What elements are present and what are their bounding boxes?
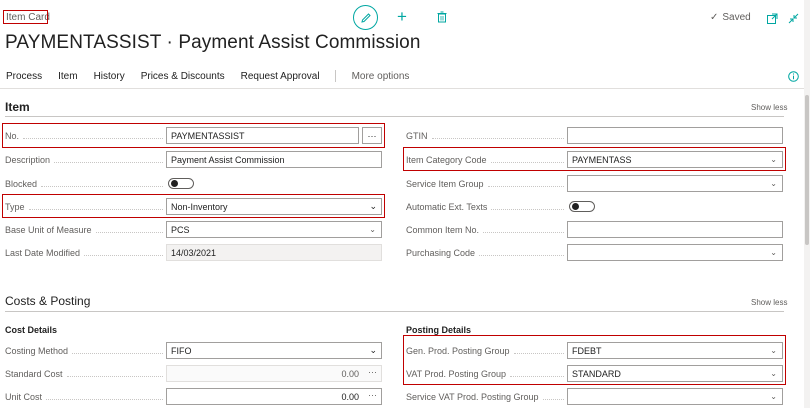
- info-icon: [788, 71, 799, 82]
- chevron-down-icon: ⌄: [770, 369, 777, 378]
- service-item-group-select[interactable]: ⌄: [567, 175, 783, 192]
- field-label-last-date-modified: Last Date Modified: [5, 248, 163, 258]
- ellipsis-icon: ···: [367, 130, 377, 141]
- field-label-service-item-group: Service Item Group: [406, 179, 564, 189]
- blocked-toggle[interactable]: [168, 178, 194, 189]
- field-label-description: Description: [5, 155, 163, 165]
- service-vat-prod-posting-group-select[interactable]: ⌄: [567, 388, 783, 405]
- costing-method-select[interactable]: FIFO ⌄: [166, 342, 382, 359]
- common-item-no-input[interactable]: [567, 221, 783, 238]
- last-date-modified-value: 14/03/2021: [166, 244, 382, 261]
- field-label-blocked: Blocked: [5, 179, 163, 189]
- no-input[interactable]: PAYMENTASSIST: [166, 127, 359, 144]
- section-title-costs-posting: Costs & Posting: [5, 294, 91, 308]
- field-label-gtin: GTIN: [406, 131, 564, 141]
- standard-cost-input: 0.00 ···: [166, 365, 382, 382]
- pencil-icon: [360, 12, 371, 23]
- show-less-costs[interactable]: Show less: [751, 298, 787, 307]
- action-history[interactable]: History: [94, 71, 125, 82]
- ellipsis-icon[interactable]: ···: [368, 390, 377, 400]
- chevron-down-icon: ⌄: [770, 248, 777, 257]
- delete-button[interactable]: [437, 10, 447, 28]
- subtitle-posting-details: Posting Details: [406, 325, 472, 335]
- gtin-input[interactable]: [567, 127, 783, 144]
- field-label-purchasing-code: Purchasing Code: [406, 248, 564, 258]
- action-bar: Process Item History Prices & Discounts …: [6, 70, 409, 82]
- action-bar-divider: [334, 70, 336, 82]
- collapse-icon: [788, 13, 799, 24]
- unit-cost-input[interactable]: 0.00 ···: [166, 388, 382, 405]
- field-label-costing-method: Costing Method: [5, 346, 163, 356]
- type-select[interactable]: Non-Inventory ⌄: [166, 198, 382, 215]
- field-label-item-category-code: Item Category Code: [406, 155, 564, 165]
- action-item[interactable]: Item: [58, 71, 77, 82]
- base-uom-select[interactable]: PCS ⌄: [166, 221, 382, 238]
- gen-prod-posting-group-select[interactable]: FDEBT ⌄: [567, 342, 783, 359]
- saved-label: Saved: [722, 12, 751, 23]
- scrollbar-thumb[interactable]: [805, 95, 809, 245]
- chevron-down-icon: ⌄: [369, 225, 376, 234]
- ellipsis-icon[interactable]: ···: [368, 367, 377, 377]
- collapse-button[interactable]: [788, 11, 799, 29]
- page-title: PAYMENTASSIST · Payment Assist Commissio…: [5, 32, 421, 53]
- page-caption: Item Card: [6, 12, 50, 23]
- subtitle-cost-details: Cost Details: [5, 325, 58, 335]
- chevron-down-icon: ⌄: [369, 345, 377, 355]
- open-new-window-button[interactable]: [767, 11, 778, 29]
- field-label-type: Type: [5, 202, 163, 212]
- field-label-gen-prod-posting-group: Gen. Prod. Posting Group: [406, 346, 564, 356]
- action-process[interactable]: Process: [6, 71, 42, 82]
- description-input[interactable]: Payment Assist Commission: [166, 151, 382, 168]
- show-less-item[interactable]: Show less: [751, 103, 787, 112]
- automatic-ext-texts-toggle[interactable]: [569, 201, 595, 212]
- saved-status: ✓ Saved: [710, 12, 751, 23]
- chevron-down-icon: ⌄: [770, 392, 777, 401]
- info-button[interactable]: [788, 69, 799, 87]
- chevron-down-icon: ⌄: [770, 179, 777, 188]
- plus-icon: +: [397, 7, 407, 26]
- check-icon: ✓: [710, 12, 719, 23]
- item-category-code-select[interactable]: PAYMENTASS ⌄: [567, 151, 783, 168]
- trash-icon: [437, 11, 447, 23]
- field-label-automatic-ext-texts: Automatic Ext. Texts: [406, 202, 564, 212]
- field-label-service-vat-prod-posting-group: Service VAT Prod. Posting Group: [406, 392, 564, 402]
- purchasing-code-select[interactable]: ⌄: [567, 244, 783, 261]
- field-label-standard-cost: Standard Cost: [5, 369, 163, 379]
- action-request-approval[interactable]: Request Approval: [241, 71, 320, 82]
- edit-button[interactable]: [353, 5, 378, 30]
- action-prices-discounts[interactable]: Prices & Discounts: [141, 71, 225, 82]
- new-button[interactable]: +: [397, 8, 407, 25]
- vat-prod-posting-group-select[interactable]: STANDARD ⌄: [567, 365, 783, 382]
- field-label-vat-prod-posting-group: VAT Prod. Posting Group: [406, 369, 564, 379]
- section-title-item: Item: [5, 100, 30, 114]
- field-label-base-uom: Base Unit of Measure: [5, 225, 163, 235]
- chevron-down-icon: ⌄: [770, 155, 777, 164]
- more-options-button[interactable]: More options: [352, 71, 410, 82]
- no-assist-button[interactable]: ···: [362, 127, 382, 144]
- chevron-down-icon: ⌄: [369, 201, 377, 211]
- chevron-down-icon: ⌄: [770, 346, 777, 355]
- popout-icon: [767, 13, 778, 24]
- field-label-no: No.: [5, 131, 163, 141]
- field-label-common-item-no: Common Item No.: [406, 225, 564, 235]
- field-label-unit-cost: Unit Cost: [5, 392, 163, 402]
